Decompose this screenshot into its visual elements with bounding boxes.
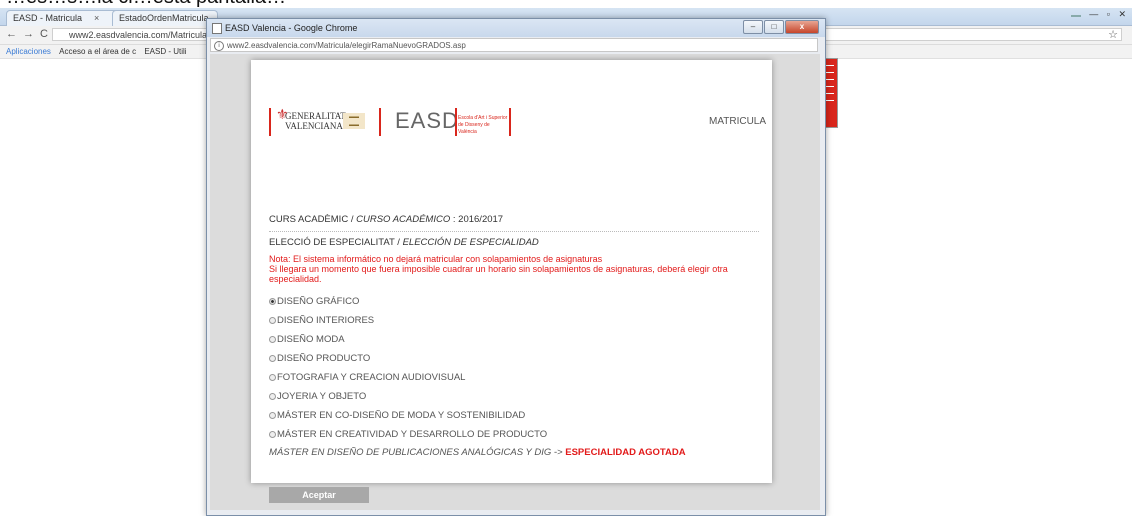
ceice-logo: ▬▬ ▬▬ <box>343 113 365 129</box>
agotada-label: MÁSTER EN DISEÑO DE PUBLICACIONES ANALÓG… <box>269 447 566 458</box>
caption-strip: …es…s…la ci…esta pantalla… <box>0 0 1132 8</box>
radio-icon[interactable] <box>269 336 276 343</box>
option-diseno-producto[interactable]: DISEÑO PRODUCTO <box>269 353 370 364</box>
bg-url-text: www2.easdvalencia.com/Matricula/ <box>69 30 210 40</box>
popup-url-field[interactable]: i www2.easdvalencia.com/Matricula/elegir… <box>210 38 818 52</box>
popup-window: EASD Valencia - Google Chrome – □ x i www2… <box>206 18 826 516</box>
bg-tab-label: EASD - Matricula <box>13 13 83 23</box>
easd-wordmark: EASD <box>395 108 459 133</box>
divider <box>455 108 457 136</box>
maximize-icon[interactable]: □ <box>764 20 784 34</box>
bg-tab-easd[interactable]: EASD - Matricula × <box>6 10 120 26</box>
agotada-status: ESPECIALIDAD AGOTADA <box>565 447 686 458</box>
curs-academic: CURS ACADÈMIC / CURSO ACADÉMICO : 2016/2… <box>269 214 503 225</box>
radio-selected-icon[interactable] <box>269 298 276 305</box>
option-label: JOYERIA Y OBJETO <box>277 391 367 402</box>
radio-icon[interactable] <box>269 317 276 324</box>
option-fotografia[interactable]: FOTOGRAFIA Y CREACION AUDIOVISUAL <box>269 372 465 383</box>
option-label: MÁSTER EN CREATIVIDAD Y DESARROLLO DE PR… <box>277 429 548 440</box>
logo-header: ⚜ GENERALITAT VALENCIANA ▬▬ ▬▬ EASD Escol… <box>269 105 759 139</box>
radio-icon[interactable] <box>269 355 276 362</box>
overlap-warning: Nota: El sistema informático no dejará m… <box>269 254 769 284</box>
option-master-creatividad[interactable]: MÁSTER EN CREATIVIDAD Y DESARROLLO DE PR… <box>269 429 547 440</box>
close-icon[interactable]: × <box>94 13 99 23</box>
divider <box>509 108 511 136</box>
maximize-icon[interactable]: ▫ <box>1107 9 1110 19</box>
option-joyeria[interactable]: JOYERIA Y OBJETO <box>269 391 366 402</box>
popup-title: EASD Valencia - Google Chrome <box>225 23 358 33</box>
bookmark-link[interactable]: EASD - Utili <box>144 47 186 56</box>
eleccio-label-es: ELECCIÓN DE ESPECIALIDAD <box>402 237 539 248</box>
nav-icons[interactable]: ←→C <box>6 28 54 40</box>
option-label: DISEÑO GRÁFICO <box>277 296 360 307</box>
bg-window-controls: — ▫ ✕ <box>1070 9 1126 20</box>
option-diseno-interiores[interactable]: DISEÑO INTERIORES <box>269 315 374 326</box>
option-diseno-moda[interactable]: DISEÑO MODA <box>269 334 345 345</box>
curs-label: CURS ACADÈMIC / <box>269 214 357 225</box>
close-icon[interactable]: ✕ <box>1118 9 1126 19</box>
eleccio-label: ELECCIÓ DE ESPECIALITAT / <box>269 237 403 248</box>
option-master-codiseno[interactable]: MÁSTER EN CO-DISEÑO DE MODA Y SOSTENIBIL… <box>269 410 525 421</box>
bg-tab-label: EstadoOrdenMatricula <box>119 13 209 23</box>
curs-label-es: CURSO ACADÉMICO <box>356 214 451 225</box>
bg-tab-estado[interactable]: EstadoOrdenMatricula <box>112 10 218 26</box>
warning-line2: Si llegara un momento que fuera imposibl… <box>269 264 728 284</box>
info-icon[interactable]: i <box>214 41 224 51</box>
generalitat-line1: GENERALITAT <box>285 111 346 121</box>
apps-bookmark[interactable]: Aplicaciones <box>6 47 51 56</box>
popup-window-controls: – □ x <box>742 20 819 38</box>
star-icon[interactable]: ☆ <box>1108 28 1118 41</box>
page-icon <box>212 23 222 34</box>
divider <box>269 108 271 136</box>
easd-logo: EASD <box>395 108 459 142</box>
easd-subtitle: Escola d'Art i Superior de Disseny de Va… <box>458 115 508 135</box>
caption-text: …es…s…la ci…esta pantalla… <box>6 0 286 8</box>
option-label: DISEÑO MODA <box>277 334 345 345</box>
curs-value: : 2016/2017 <box>450 214 504 225</box>
option-diseno-grafico[interactable]: DISEÑO GRÁFICO <box>269 296 359 307</box>
close-icon[interactable]: x <box>785 20 819 34</box>
popup-url-text: www2.easdvalencia.com/Matricula/elegirRa… <box>227 41 466 50</box>
matricula-label: MATRICULA <box>709 116 767 127</box>
radio-icon[interactable] <box>269 374 276 381</box>
aceptar-button[interactable]: Aceptar <box>269 487 369 503</box>
warning-line1: Nota: El sistema informático no dejará m… <box>269 254 603 264</box>
minimize-icon[interactable]: – <box>743 20 763 34</box>
option-label: DISEÑO INTERIORES <box>277 315 375 326</box>
generalitat-line2: VALENCIANA <box>285 121 343 131</box>
generalitat-mark-icon: ⚜ <box>276 108 289 123</box>
eleccio-especialitat: ELECCIÓ DE ESPECIALITAT / ELECCIÓN DE ES… <box>269 237 539 248</box>
popup-body: ⚜ GENERALITAT VALENCIANA ▬▬ ▬▬ EASD Escol… <box>210 54 820 510</box>
bookmark-link[interactable]: Acceso a el área de c <box>59 47 136 56</box>
generalitat-logo: ⚜ GENERALITAT VALENCIANA <box>276 109 346 145</box>
option-label: MÁSTER EN CO-DISEÑO DE MODA Y SOSTENIBIL… <box>277 410 526 421</box>
minimize-icon[interactable]: — <box>1089 9 1098 19</box>
option-label: DISEÑO PRODUCTO <box>277 353 371 364</box>
divider <box>269 231 759 232</box>
radio-icon[interactable] <box>269 393 276 400</box>
popup-titlebar[interactable]: EASD Valencia - Google Chrome – □ x <box>207 19 825 37</box>
option-label: FOTOGRAFIA Y CREACION AUDIOVISUAL <box>277 372 466 383</box>
user-badge[interactable] <box>1070 15 1081 17</box>
radio-icon[interactable] <box>269 412 276 419</box>
option-master-publicaciones: MÁSTER EN DISEÑO DE PUBLICACIONES ANALÓG… <box>269 447 686 458</box>
divider <box>379 108 381 136</box>
form-card: ⚜ GENERALITAT VALENCIANA ▬▬ ▬▬ EASD Escol… <box>251 60 772 503</box>
radio-icon[interactable] <box>269 431 276 438</box>
